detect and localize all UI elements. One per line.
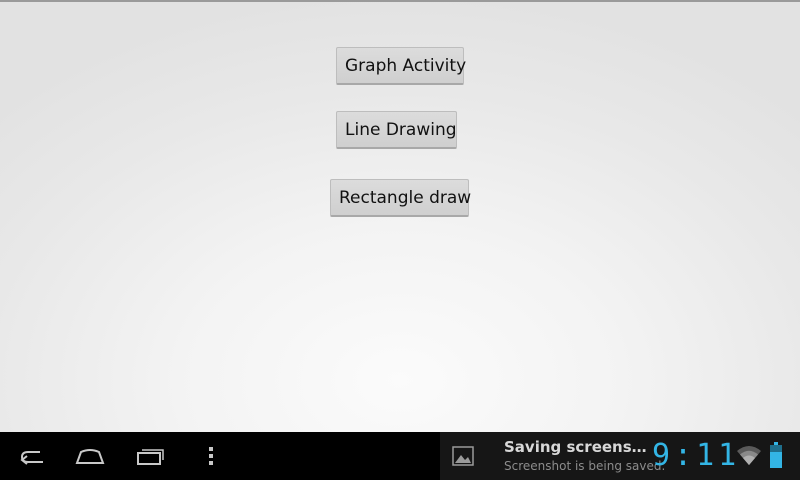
image-icon	[452, 446, 474, 466]
overflow-menu-icon	[209, 447, 213, 465]
notification-subtitle: Screenshot is being saved.	[504, 459, 666, 473]
wifi-icon	[737, 446, 761, 465]
notification-title: Saving screenshot...	[504, 438, 654, 456]
overflow-menu-button[interactable]	[196, 440, 226, 472]
app-content-area: Graph Activity Line Drawing Rectangle dr…	[0, 0, 800, 432]
clock: 9:11	[652, 438, 741, 473]
line-drawing-button[interactable]: Line Drawing	[336, 111, 457, 149]
recent-apps-icon	[137, 449, 164, 465]
rectangle-draw-button[interactable]: Rectangle draw	[330, 179, 471, 217]
home-button[interactable]	[70, 440, 110, 472]
recent-apps-button[interactable]	[131, 440, 171, 472]
top-divider	[0, 0, 800, 2]
back-arrow-icon	[20, 451, 43, 465]
back-button[interactable]	[12, 440, 52, 472]
system-bar: Saving screenshot... Screenshot is being…	[0, 432, 800, 480]
home-icon	[75, 449, 105, 464]
battery-icon	[770, 442, 782, 468]
graph-activity-button[interactable]: Graph Activity	[336, 47, 466, 85]
notification-area[interactable]: Saving screenshot... Screenshot is being…	[440, 432, 800, 480]
